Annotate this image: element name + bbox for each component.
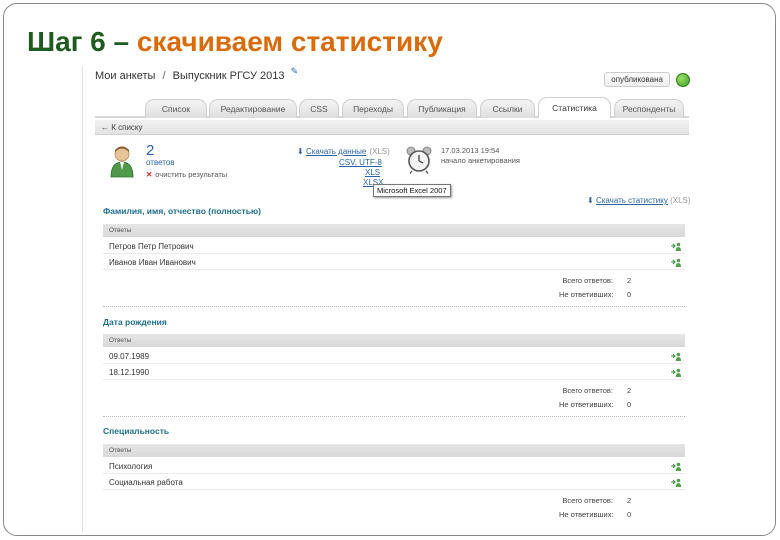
answers-header: Ответы (103, 224, 685, 237)
alarm-clock-icon (406, 146, 432, 174)
back-to-list[interactable]: ← К списку (95, 120, 689, 135)
answer-row: 09.07.1989 (103, 349, 685, 364)
clear-results-link[interactable]: ✕ очистить результаты (146, 170, 227, 179)
total-answers-label: Всего ответов: (562, 386, 613, 395)
format-tooltip: Microsoft Excel 2007 (373, 184, 451, 197)
slide-title: Шаг 6 – скачиваем статистику (27, 26, 443, 58)
download-data-link[interactable]: Скачать данные (306, 147, 366, 156)
app-screenshot: Мои анкеты / Выпускник РГСУ 2013 ✎ опубл… (82, 66, 700, 532)
skipped-value: 0 (627, 290, 632, 299)
download-arrow-icon: ⬇ (587, 196, 594, 205)
answer-text: Петров Петр Петрович (109, 242, 194, 251)
total-answers-label: Всего ответов: (562, 276, 613, 285)
slide-title-prefix: Шаг 6 – (27, 26, 137, 57)
answer-text: 18.12.1990 (109, 368, 150, 377)
total-answers-label: Всего ответов: (562, 496, 613, 505)
tab-publication[interactable]: Публикация (407, 99, 477, 118)
tab-respondents[interactable]: Респонденты (614, 99, 684, 118)
download-data-hint: (XLS) (369, 147, 390, 156)
answer-text: Социальная работа (109, 478, 183, 487)
answer-row: Психология (103, 459, 685, 474)
answer-text: Психология (109, 462, 153, 471)
answer-text: 09.07.1989 (109, 352, 150, 361)
total-answers-value: 2 (627, 496, 632, 505)
total-answers-value: 2 (627, 276, 632, 285)
published-label[interactable]: опубликована (604, 72, 670, 87)
download-option-csv[interactable]: CSV, UTF-8 (339, 158, 382, 167)
survey-start-label: начало анкетирования (441, 156, 520, 165)
tab-list[interactable]: Список (145, 99, 207, 118)
responses-count: 2 (146, 142, 155, 159)
published-status: опубликована (604, 72, 690, 87)
tabs-bar: Список Редактирование CSS Переходы Публи… (95, 96, 689, 118)
download-arrow-icon: ⬇ (297, 147, 304, 156)
total-answers-value: 2 (627, 386, 632, 395)
clear-results-label: очистить результаты (155, 170, 228, 179)
answer-row: Петров Петр Петрович (103, 239, 685, 254)
breadcrumb-current: Выпускник РГСУ 2013 (172, 70, 285, 82)
survey-start-date: 17.03.2013 19:54 (441, 146, 500, 155)
breadcrumb-root[interactable]: Мои анкеты (95, 70, 155, 82)
download-statistics: ⬇ Скачать статистику (XLS) (587, 196, 691, 205)
respondent-link-icon[interactable] (671, 368, 681, 377)
responses-count-label: ответов (146, 158, 175, 167)
answer-row: Социальная работа (103, 475, 685, 490)
download-data: ⬇ Скачать данные (XLS) (297, 146, 390, 157)
tab-transitions[interactable]: Переходы (342, 99, 404, 118)
question-title: Специальность (103, 426, 170, 436)
download-statistics-hint: (XLS) (670, 196, 691, 205)
skipped-value: 0 (627, 510, 632, 519)
question-title: Дата рождения (103, 317, 167, 327)
tab-css[interactable]: CSS (299, 99, 339, 118)
download-statistics-link[interactable]: Скачать статистику (596, 196, 668, 205)
delete-icon: ✕ (146, 170, 153, 179)
pencil-icon[interactable]: ✎ (291, 66, 299, 76)
section-divider (103, 306, 685, 307)
breadcrumb-separator: / (162, 70, 166, 82)
section-divider (103, 416, 685, 417)
download-option-xls[interactable]: XLS (365, 168, 380, 177)
tab-editing[interactable]: Редактирование (209, 99, 297, 118)
answers-header: Ответы (103, 444, 685, 457)
respondent-link-icon[interactable] (671, 352, 681, 361)
tab-statistics[interactable]: Статистика (538, 97, 611, 118)
skipped-label: Не ответивших: (559, 290, 614, 299)
user-avatar-icon (110, 146, 134, 178)
respondent-link-icon[interactable] (671, 242, 681, 251)
slide-title-accent: скачиваем статистику (136, 26, 443, 57)
answer-text: Иванов Иван Иванович (109, 258, 196, 267)
skipped-label: Не ответивших: (559, 400, 614, 409)
tab-links[interactable]: Ссылки (480, 99, 535, 118)
status-indicator-icon[interactable] (676, 72, 690, 87)
answer-row: 18.12.1990 (103, 365, 685, 380)
respondent-link-icon[interactable] (671, 258, 681, 267)
skipped-label: Не ответивших: (559, 510, 614, 519)
respondent-link-icon[interactable] (671, 462, 681, 471)
question-title: Фамилия, имя, отчество (полностью) (103, 206, 262, 216)
breadcrumb: Мои анкеты / Выпускник РГСУ 2013 ✎ (95, 66, 298, 82)
answer-row: Иванов Иван Иванович (103, 255, 685, 270)
answers-header: Ответы (103, 334, 685, 347)
respondent-link-icon[interactable] (671, 478, 681, 487)
survey-start-info: 17.03.2013 19:54 начало анкетирования (441, 146, 520, 166)
skipped-value: 0 (627, 400, 632, 409)
